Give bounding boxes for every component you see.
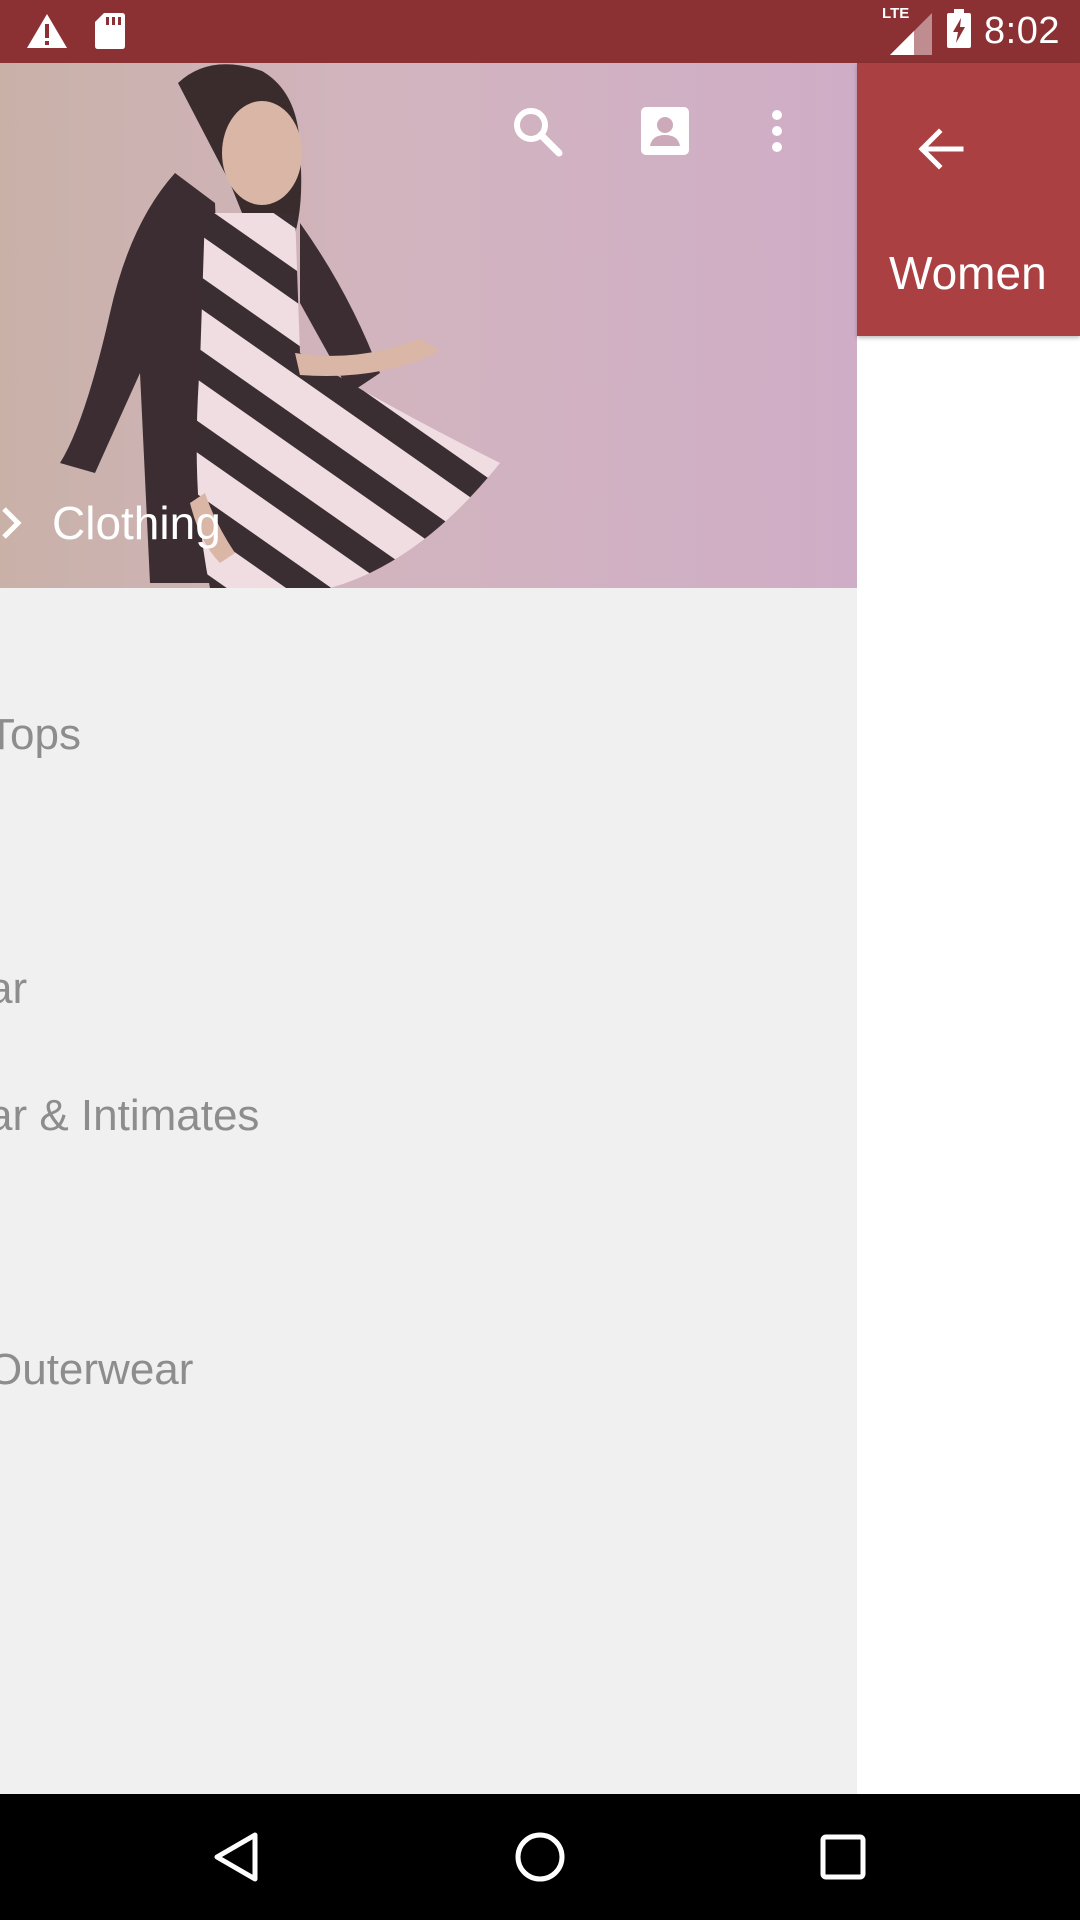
sd-card-icon bbox=[94, 12, 126, 55]
account-icon[interactable] bbox=[635, 101, 695, 161]
category-item[interactable]: Tops bbox=[0, 710, 81, 760]
category-item[interactable]: ar & Intimates bbox=[0, 1091, 259, 1141]
panel-header: Women bbox=[857, 63, 1080, 336]
network-type-label: LTE bbox=[882, 4, 910, 22]
clock: 8:02 bbox=[984, 10, 1060, 52]
battery-charging-icon bbox=[946, 9, 972, 54]
hero-banner: Clothing bbox=[0, 63, 857, 588]
recents-square-icon[interactable] bbox=[803, 1817, 883, 1897]
panel-title: Women bbox=[889, 247, 1047, 299]
system-nav-bar bbox=[0, 1794, 1080, 1920]
arrow-back-icon[interactable] bbox=[901, 109, 981, 189]
section-label: Clothing bbox=[52, 497, 221, 549]
more-vert-icon[interactable] bbox=[747, 101, 807, 161]
chevron-right-icon bbox=[0, 493, 32, 553]
status-bar: LTE 8:02 bbox=[0, 0, 1080, 63]
warning-icon bbox=[26, 13, 68, 54]
section-clothing[interactable]: Clothing bbox=[0, 493, 221, 553]
drawer-header-actions bbox=[507, 101, 857, 161]
back-triangle-icon[interactable] bbox=[196, 1817, 276, 1897]
category-item[interactable]: Outerwear bbox=[0, 1345, 193, 1395]
home-circle-icon[interactable] bbox=[500, 1817, 580, 1897]
women-panel: Women bbox=[857, 63, 1080, 1794]
category-item[interactable]: ar bbox=[0, 964, 27, 1014]
navigation-drawer: Clothing Tops ar ar & Intimates Outerwea… bbox=[0, 63, 857, 1794]
signal-icon: LTE bbox=[882, 4, 934, 57]
search-icon[interactable] bbox=[507, 101, 567, 161]
